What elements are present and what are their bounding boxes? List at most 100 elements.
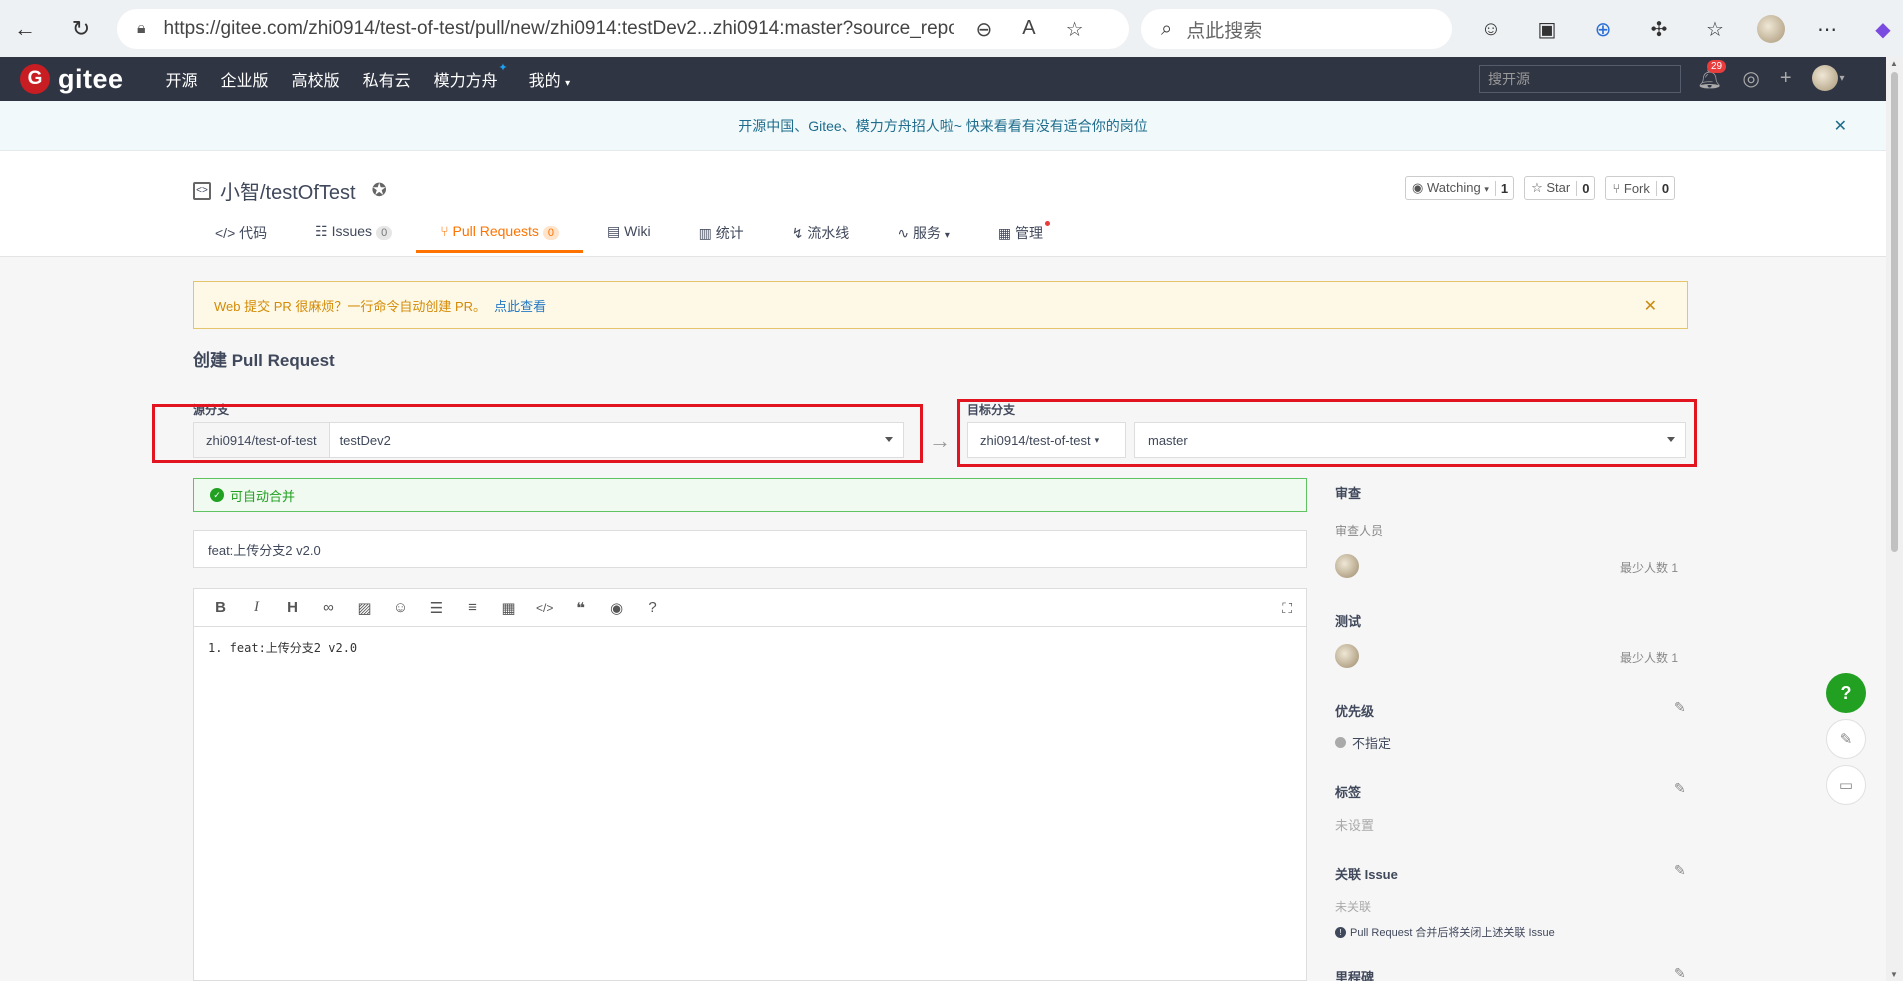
tester-avatar[interactable] xyxy=(1335,644,1359,668)
edit-icon[interactable]: ✎ xyxy=(1674,862,1686,879)
chevron-down-icon: ▾ xyxy=(565,78,571,89)
favorite-star-icon[interactable]: ☆ xyxy=(1066,17,1084,42)
nav-enterprise[interactable]: 企业版 xyxy=(221,67,269,91)
help-button[interactable]: ? xyxy=(1826,673,1866,713)
pipeline-icon: ↯ xyxy=(791,225,804,241)
plus-icon[interactable]: + xyxy=(1780,67,1792,90)
badge-icon[interactable]: ✪ xyxy=(372,180,387,201)
bold-icon[interactable]: B xyxy=(212,599,229,616)
reviewer-avatar[interactable] xyxy=(1335,554,1359,578)
address-bar[interactable]: 🔒︎ https://gitee.com/zhi0914/test-of-tes… xyxy=(117,9,1129,49)
tab-services-label: 服务 xyxy=(912,225,941,241)
header-search-input[interactable]: 搜开源 xyxy=(1479,65,1681,93)
copilot-icon[interactable]: ◆ xyxy=(1866,12,1900,46)
back-arrow-icon[interactable]: ← xyxy=(3,7,47,51)
help-icon[interactable]: ? xyxy=(644,599,661,616)
more-menu-icon[interactable]: ⋯ xyxy=(1810,12,1844,46)
notice-text[interactable]: 开源中国、Gitee、模力方舟招人啦~ 快来看看有没有适合你的岗位 xyxy=(738,116,1148,136)
bar-chart-icon: ▥ xyxy=(698,225,712,241)
pr-title-value: feat:上传分支2 v2.0 xyxy=(208,542,321,558)
chat-button[interactable]: ▭ xyxy=(1826,765,1866,805)
tab-pipeline-label: 流水线 xyxy=(807,225,850,241)
tip-link[interactable]: 点此查看 xyxy=(494,296,546,315)
fork-button[interactable]: ⑂ Fork 0 xyxy=(1605,176,1676,200)
tab-stats[interactable]: ▥ 统计 xyxy=(675,223,768,253)
cli-tip-banner: Web 提交 PR 很麻烦？一行命令自动创建 PR。 点此查看 ✕ xyxy=(193,281,1688,329)
link-icon[interactable]: ∞ xyxy=(320,599,337,616)
fullscreen-icon[interactable]: ⛶ xyxy=(1282,600,1292,617)
notification-bell-icon[interactable]: 🔔︎ 29 xyxy=(1697,59,1727,91)
nav-open-source[interactable]: 开源 xyxy=(166,67,198,91)
scroll-up-icon[interactable]: ▲ xyxy=(1890,59,1898,68)
browser-search-box[interactable]: ⌕ 点此搜索 xyxy=(1141,9,1452,49)
user-avatar[interactable]: ▾ xyxy=(1811,65,1845,91)
repo-name-link[interactable]: 小智/testOfTest xyxy=(220,176,356,205)
profile-avatar[interactable] xyxy=(1754,12,1788,46)
recruit-notice: 开源中国、Gitee、模力方舟招人啦~ 快来看看有没有适合你的岗位 ✕ xyxy=(0,101,1886,151)
page-scrollbar[interactable]: ▲ ▼ xyxy=(1886,57,1903,981)
quote-icon[interactable]: ❝ xyxy=(572,599,589,617)
repo-actions: ◉ Watching ▾ 1 ☆ Star 0 ⑂ Fork 0 xyxy=(1405,176,1676,200)
star-button[interactable]: ☆ Star 0 xyxy=(1524,176,1596,200)
nav-moli[interactable]: 模力方舟 ✦ xyxy=(434,62,508,91)
chevron-down-icon: ▾ xyxy=(1839,72,1845,84)
tab-code[interactable]: </> 代码 xyxy=(193,223,291,253)
highlight-box-source xyxy=(152,404,923,463)
extension-block-icon[interactable]: ▣ xyxy=(1530,12,1564,46)
bullet-list-icon[interactable]: ☰ xyxy=(428,599,445,617)
edit-icon[interactable]: ✎ xyxy=(1674,965,1686,981)
tab-pipeline[interactable]: ↯ 流水线 xyxy=(768,223,874,253)
scroll-thumb[interactable] xyxy=(1891,72,1898,552)
editor-textarea[interactable]: 1. feat:上传分支2 v2.0 xyxy=(194,627,1306,668)
read-aloud-icon[interactable]: A xyxy=(1022,17,1035,42)
heading-icon[interactable]: H xyxy=(284,599,301,616)
share-icon[interactable]: ⊕ xyxy=(1586,12,1620,46)
table-icon[interactable]: ▦ xyxy=(500,599,517,617)
tab-manage[interactable]: ▦ 管理 xyxy=(974,221,1067,253)
browser-extensions: ☺ ▣ ⊕ ✣ ☆ ⋯ ◆ xyxy=(1474,12,1900,46)
reviewers-label: 审查人员 xyxy=(1335,524,1384,538)
tab-services[interactable]: ∿ 服务 ▾ xyxy=(873,223,974,253)
close-icon[interactable]: ✕ xyxy=(1834,116,1847,136)
scroll-down-icon[interactable]: ▼ xyxy=(1890,970,1898,979)
red-dot-indicator xyxy=(1044,221,1050,226)
tab-issues[interactable]: ☷ Issues 0 xyxy=(291,223,416,253)
merge-status-banner: ✓ 可自动合并 xyxy=(193,478,1307,512)
close-icon[interactable]: ✕ xyxy=(1644,296,1657,316)
gitee-logo[interactable]: G gitee xyxy=(20,64,124,95)
image-icon[interactable]: ▨ xyxy=(356,599,373,617)
tab-wiki[interactable]: ▤ Wiki xyxy=(583,223,675,253)
pr-title-input[interactable]: feat:上传分支2 v2.0 xyxy=(193,530,1307,568)
italic-icon[interactable]: I xyxy=(248,599,265,616)
edit-icon[interactable]: ✎ xyxy=(1674,699,1686,716)
watch-button[interactable]: ◉ Watching ▾ 1 xyxy=(1405,176,1515,200)
emoji-icon[interactable]: ☺ xyxy=(392,599,409,616)
nav-education[interactable]: 高校版 xyxy=(292,67,340,91)
issue-value: 未关联 xyxy=(1335,900,1372,914)
test-min-count: 最少人数 1 xyxy=(1620,651,1679,665)
extension-owl-icon[interactable]: ☺ xyxy=(1474,12,1508,46)
zoom-icon[interactable]: ⊖ xyxy=(976,17,993,42)
reload-icon[interactable]: ↻ xyxy=(59,7,103,51)
site-info-icon[interactable]: 🔒︎ xyxy=(137,20,146,38)
pull-request-icon: ⑂ xyxy=(440,223,449,239)
favorites-icon[interactable]: ☆ xyxy=(1698,12,1732,46)
feedback-edit-button[interactable]: ✎ xyxy=(1826,719,1866,759)
watch-count[interactable]: 1 xyxy=(1494,180,1513,196)
nav-mine[interactable]: 我的 ▾ xyxy=(529,67,571,91)
issues-icon: ☷ xyxy=(315,223,328,239)
issue-note: ! Pull Request 合并后将关闭上述关联 Issue xyxy=(1335,924,1555,940)
nav-private-cloud[interactable]: 私有云 xyxy=(363,67,411,91)
code-icon[interactable]: </> xyxy=(536,601,553,615)
star-count[interactable]: 0 xyxy=(1576,180,1594,196)
fork-count[interactable]: 0 xyxy=(1655,180,1674,196)
numbered-list-icon[interactable]: ≡ xyxy=(464,599,481,616)
tab-pull-requests[interactable]: ⑂ Pull Requests 0 xyxy=(416,223,583,253)
edit-icon[interactable]: ✎ xyxy=(1674,780,1686,797)
extensions-puzzle-icon[interactable]: ✣ xyxy=(1642,12,1676,46)
bulb-icon[interactable]: ◎ xyxy=(1742,66,1759,91)
issues-count-badge: 0 xyxy=(376,226,393,240)
preview-eye-icon[interactable]: ◉ xyxy=(608,599,625,617)
search-icon: ⌕ xyxy=(1161,17,1173,40)
eye-icon: ◉ xyxy=(1412,180,1424,195)
